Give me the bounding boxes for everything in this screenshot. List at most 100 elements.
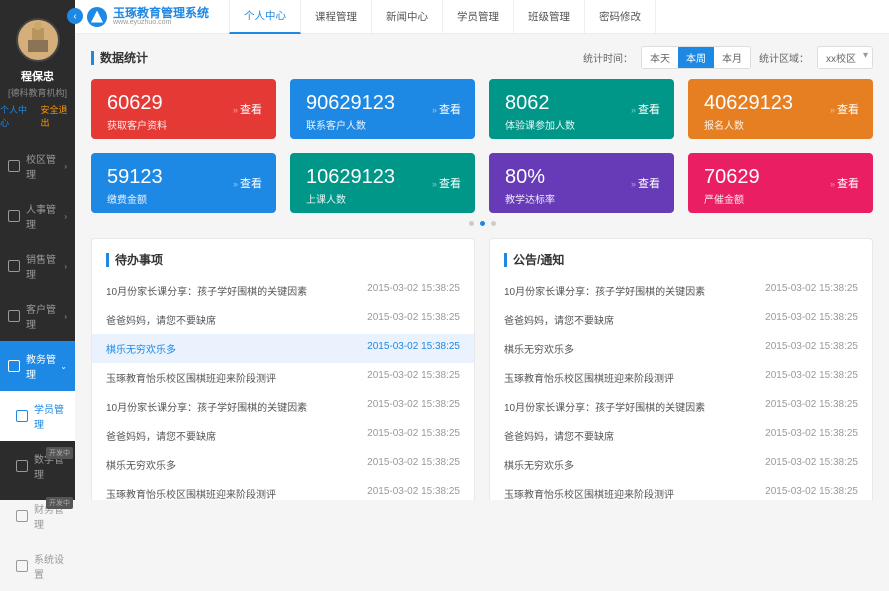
list-date: 2015-03-02 15:38:25 [765,283,858,298]
section-bar-icon [91,51,94,65]
stat-label: 严催金额 [704,191,857,206]
stat-card-1: 90629123联系客户人数»查看 [290,79,475,139]
stat-card-3: 40629123报名人数»查看 [688,79,873,139]
stat-label: 联系客户人数 [306,117,459,132]
chevron-icon: › [64,212,67,221]
stat-view-button[interactable]: »查看 [830,175,859,191]
tab-1[interactable]: 课程管理 [301,0,372,34]
tab-3[interactable]: 学员管理 [443,0,514,34]
logo-icon [87,7,107,27]
list-item[interactable]: 玉琢教育怡乐校区围棋班迎来阶段测评2015-03-02 15:38:25 [490,479,872,500]
time-filter-1[interactable]: 本周 [678,47,714,68]
stat-card-4: 59123缴费金额»查看 [91,153,276,213]
list-text: 棋乐无穷欢乐多 [106,341,176,356]
nav-icon [16,410,28,422]
list-item[interactable]: 爸爸妈妈，请您不要缺席2015-03-02 15:38:25 [490,305,872,334]
arrow-icon: » [631,105,636,115]
list-item[interactable]: 爸爸妈妈，请您不要缺席 2015-03-02 15:38:25 [490,421,872,450]
list-item[interactable]: 10月份家长课分享：孩子学好围棋的关键因素 2015-03-02 15:38:25 [92,276,474,305]
stat-view-button[interactable]: »查看 [830,101,859,117]
stat-view-button[interactable]: »查看 [631,175,660,191]
stat-view-button[interactable]: »查看 [631,101,660,117]
time-filter-0[interactable]: 本天 [642,47,678,68]
stat-view-button[interactable]: »查看 [432,101,461,117]
list-date: 2015-03-02 15:38:25 [367,399,460,414]
nav-item-5[interactable]: 学员管理 [0,391,75,441]
nav-icon [8,310,20,322]
list-item[interactable]: 棋乐无穷欢乐多2015-03-02 15:38:25 [490,450,872,479]
list-text: 棋乐无穷欢乐多 [504,341,574,356]
nav-item-0[interactable]: 校区管理› [0,141,75,191]
list-date: 2015-03-02 15:38:25 [367,428,460,443]
list-date: 2015-03-02 15:38:25 [367,486,460,500]
list-item[interactable]: 棋乐无穷欢乐多2015-03-02 15:38:25 [92,334,474,363]
list-text: 10月份家长课分享：孩子学好围棋的关键因素 [106,283,307,298]
stat-label: 报名人数 [704,117,857,132]
carousel-dot[interactable] [469,221,474,226]
time-filter-group: 本天本周本月 [641,46,751,69]
list-text: 爸爸妈妈，请您不要缺席 [504,428,614,443]
list-item[interactable]: 10月份家长课分享：孩子学好围棋的关键因素2015-03-02 15:38:25 [490,392,872,421]
logo[interactable]: 玉琢教育管理系统 www.eyuzhuo.com [75,7,221,27]
chevron-icon: › [64,262,67,271]
nav-item-3[interactable]: 客户管理› [0,291,75,341]
stat-view-button[interactable]: »查看 [432,175,461,191]
list-date: 2015-03-02 15:38:25 [765,312,858,327]
nav-item-2[interactable]: 销售管理› [0,241,75,291]
nav-item-6[interactable]: 数学管理开发中 [0,441,75,491]
tab-4[interactable]: 班级管理 [514,0,585,34]
list-item[interactable]: 玉琢教育怡乐校区围棋班迎来阶段测评2015-03-02 15:38:25 [92,363,474,392]
todo-panel: 待办事项 10月份家长课分享：孩子学好围棋的关键因素2015-03-02 15:… [91,238,475,500]
list-item[interactable]: 爸爸妈妈，请您不要缺席2015-03-02 15:38:25 [92,305,474,334]
tab-2[interactable]: 新闻中心 [372,0,443,34]
notice-list: 10月份家长课分享：孩子学好围棋的关键因素2015-03-02 15:38:25… [490,276,872,500]
list-date: 2015-03-02 15:38:25 [765,428,858,443]
carousel-dot[interactable] [491,221,496,226]
list-item[interactable]: 玉琢教育怡乐校区围棋班迎来阶段测评2015-03-02 15:38:25 [92,479,474,500]
nav-icon [8,160,20,172]
nav-icon [8,210,20,222]
nav-icon [16,460,28,472]
username: 程保忠 [21,68,54,84]
arrow-icon: » [631,179,636,189]
user-profile-box: 程保忠 [德科教育机构] 个人中心 安全退出 [0,0,75,141]
section-bar-icon [106,253,109,267]
tab-5[interactable]: 密码修改 [585,0,656,34]
nav-label: 系统设置 [34,551,67,581]
sidebar-collapse-button[interactable]: ‹ [67,8,83,24]
stat-card-2: 8062体验课参加人数»查看 [489,79,674,139]
nav-item-4[interactable]: 教务管理⌄ [0,341,75,391]
list-date: 2015-03-02 15:38:25 [765,457,858,472]
region-filter-label: 统计区域： [759,50,809,65]
profile-link[interactable]: 个人中心 [0,103,35,129]
content: 数据统计 统计时间： 本天本周本月 统计区域： xx校区 60629获取客户资料… [75,34,889,500]
avatar[interactable] [16,18,60,62]
arrow-icon: » [432,179,437,189]
notice-panel: 公告/通知 10月份家长课分享：孩子学好围棋的关键因素2015-03-02 15… [489,238,873,500]
nav-label: 学员管理 [34,401,67,431]
list-item[interactable]: 爸爸妈妈，请您不要缺席2015-03-02 15:38:25 [92,421,474,450]
time-filter-2[interactable]: 本月 [714,47,750,68]
logo-subtitle: www.eyuzhuo.com [113,19,209,26]
list-item[interactable]: 棋乐无穷欢乐多2015-03-02 15:38:25 [92,450,474,479]
list-item[interactable]: 10月份家长课分享：孩子学好围棋的关键因素2015-03-02 15:38:25 [92,392,474,421]
list-item[interactable]: 10月份家长课分享：孩子学好围棋的关键因素2015-03-02 15:38:25 [490,276,872,305]
stat-card-7: 70629严催金额»查看 [688,153,873,213]
carousel-dot[interactable] [480,221,485,226]
nav-item-8[interactable]: 系统设置 [0,541,75,591]
section-bar-icon [504,253,507,267]
nav-item-7[interactable]: 财务管理开发中 [0,491,75,541]
chevron-icon: ⌄ [60,362,67,371]
arrow-icon: » [233,179,238,189]
stat-label: 缴费金额 [107,191,260,206]
stat-view-button[interactable]: »查看 [233,175,262,191]
list-item[interactable]: 棋乐无穷欢乐多2015-03-02 15:38:25 [490,334,872,363]
region-select[interactable]: xx校区 [817,46,873,69]
tab-0[interactable]: 个人中心 [229,0,301,34]
list-item[interactable]: 玉琢教育怡乐校区围棋班迎来阶段测评2015-03-02 15:38:25 [490,363,872,392]
logout-link[interactable]: 安全退出 [41,103,76,129]
list-date: 2015-03-02 15:38:25 [367,312,460,327]
nav-item-1[interactable]: 人事管理› [0,191,75,241]
stat-view-button[interactable]: »查看 [233,101,262,117]
list-date: 2015-03-02 15:38:25 [367,283,460,298]
